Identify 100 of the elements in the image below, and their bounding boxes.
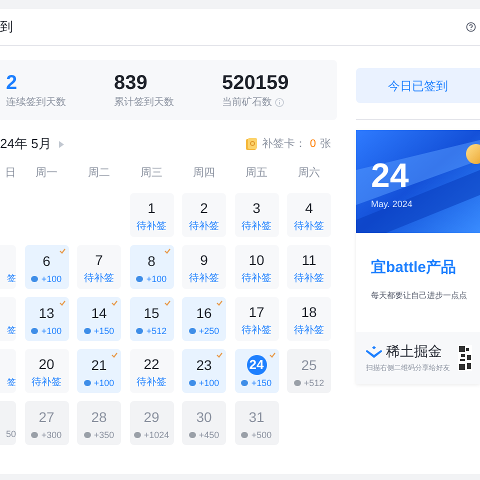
ore-icon <box>84 328 91 334</box>
calendar-day[interactable]: 15 +512 <box>130 297 174 341</box>
day-reward: +100 <box>41 274 62 284</box>
next-month-icon[interactable] <box>59 140 64 148</box>
day-reward: 签 <box>7 378 16 387</box>
calendar-day[interactable]: 23 +100 <box>182 349 226 393</box>
day-number: 14 <box>91 304 107 322</box>
calendar-day[interactable]: 8 +100 <box>130 245 174 289</box>
check-icon <box>164 248 170 254</box>
calendar-day[interactable]: 1 待补签 <box>130 193 174 237</box>
makeup-card-count: 0 <box>310 136 316 152</box>
weekday-label: 周六 <box>298 168 320 179</box>
stat-value: 839 <box>114 70 148 94</box>
day-number: 8 <box>148 252 156 270</box>
calendar-day[interactable]: 3 待补签 <box>234 193 278 237</box>
check-icon <box>58 248 66 254</box>
help-icon[interactable] <box>466 22 476 32</box>
makeup-label: 待补签 <box>189 222 219 232</box>
check-icon <box>58 300 66 306</box>
day-number: 29 <box>144 408 160 426</box>
day-number: 6 <box>42 252 50 270</box>
day-number: 18 <box>301 303 317 322</box>
calendar-day[interactable]: 签 <box>0 297 16 341</box>
calendar-day[interactable]: 13 +100 <box>24 297 68 341</box>
day-reward: +512 <box>304 378 324 388</box>
check-icon <box>216 352 223 358</box>
calendar-day[interactable]: 18 待补签 <box>287 297 331 341</box>
day-number: 4 <box>305 199 313 218</box>
ore-icon <box>188 328 196 334</box>
makeup-label: 待补签 <box>84 274 114 284</box>
day-reward: +150 <box>94 326 114 336</box>
calendar-day[interactable]: 20 待补签 <box>24 349 68 393</box>
makeup-label: 待补签 <box>136 222 166 232</box>
makeup-card-label: 补签卡： <box>262 136 306 152</box>
day-number: 22 <box>144 355 160 374</box>
calendar-day[interactable]: 7 待补签 <box>77 245 121 289</box>
weekday-label: 周一 <box>36 168 58 179</box>
day-reward: +100 <box>146 274 167 284</box>
calendar-day[interactable]: 22 待补签 <box>130 349 174 393</box>
makeup-label: 待补签 <box>294 326 324 336</box>
calendar-day[interactable]: 14 +150 <box>77 297 121 341</box>
day-number: 9 <box>200 251 208 270</box>
logo-icon <box>366 346 382 358</box>
ore-icon <box>136 276 144 282</box>
ore-icon <box>188 380 196 386</box>
ore-icon <box>134 432 141 438</box>
ore-icon <box>136 328 144 334</box>
day-reward: +100 <box>198 378 220 388</box>
day-number: 13 <box>38 304 54 322</box>
weekday-label: 周四 <box>193 168 215 179</box>
day-number: 7 <box>95 251 103 270</box>
day-number: 1 <box>148 199 156 218</box>
day-reward: +150 <box>251 378 272 388</box>
day-number: 31 <box>248 408 264 426</box>
page-title: 到 <box>0 18 13 36</box>
day-reward: +500 <box>251 430 272 440</box>
calendar-day[interactable]: 17 待补签 <box>234 297 278 341</box>
makeup-label: 待补签 <box>242 222 272 232</box>
calendar-day[interactable]: 签 <box>0 349 16 393</box>
calendar-day[interactable]: 4 待补签 <box>287 193 331 237</box>
brand-name: 稀土掘金 <box>386 342 442 362</box>
info-icon[interactable] <box>275 98 284 106</box>
stat-value: 2 <box>6 70 18 94</box>
weekday-label: 日 <box>5 168 16 179</box>
day-number: 3 <box>252 199 260 218</box>
makeup-label: 待补签 <box>32 378 62 388</box>
day-number: 17 <box>248 303 264 322</box>
ore-icon <box>294 380 301 386</box>
makeup-label: 待补签 <box>189 274 219 284</box>
day-reward: +450 <box>198 430 220 440</box>
makeup-label: 待补签 <box>136 378 166 388</box>
day-reward: 签 <box>7 326 16 335</box>
stat-label: 当前矿石数 <box>222 96 272 110</box>
day-reward: 签 <box>7 274 16 283</box>
day-reward: 50 <box>6 430 16 439</box>
qr-code-icon <box>458 345 472 371</box>
day-number: 21 <box>91 356 107 374</box>
card-day: 24 <box>371 158 480 194</box>
ore-icon <box>31 328 38 334</box>
day-reward: +100 <box>41 326 62 336</box>
calendar-day[interactable]: 11 待补签 <box>287 245 331 289</box>
calendar-day[interactable]: 9 待补签 <box>182 245 226 289</box>
calendar-day[interactable]: 24 +150 <box>234 349 278 393</box>
day-number: 24 <box>246 354 266 374</box>
day-number: 15 <box>144 304 160 322</box>
day-number: 10 <box>248 251 264 270</box>
day-number: 16 <box>196 304 212 322</box>
calendar-day[interactable]: 10 待补签 <box>234 245 278 289</box>
makeup-label: 待补签 <box>294 274 324 284</box>
check-icon <box>216 300 223 306</box>
calendar-day[interactable]: 16 +250 <box>182 297 226 341</box>
calendar-day[interactable]: 签 <box>0 245 16 289</box>
calendar-day[interactable]: 6 +100 <box>24 245 68 289</box>
calendar-day[interactable]: 2 待补签 <box>182 193 226 237</box>
day-reward: +250 <box>198 326 220 336</box>
calendar-day[interactable]: 21 +100 <box>77 349 121 393</box>
stat-label: 连续签到天数 <box>6 96 66 110</box>
card-icon <box>244 137 258 151</box>
ore-icon <box>31 276 38 282</box>
day-number: 30 <box>196 408 212 426</box>
